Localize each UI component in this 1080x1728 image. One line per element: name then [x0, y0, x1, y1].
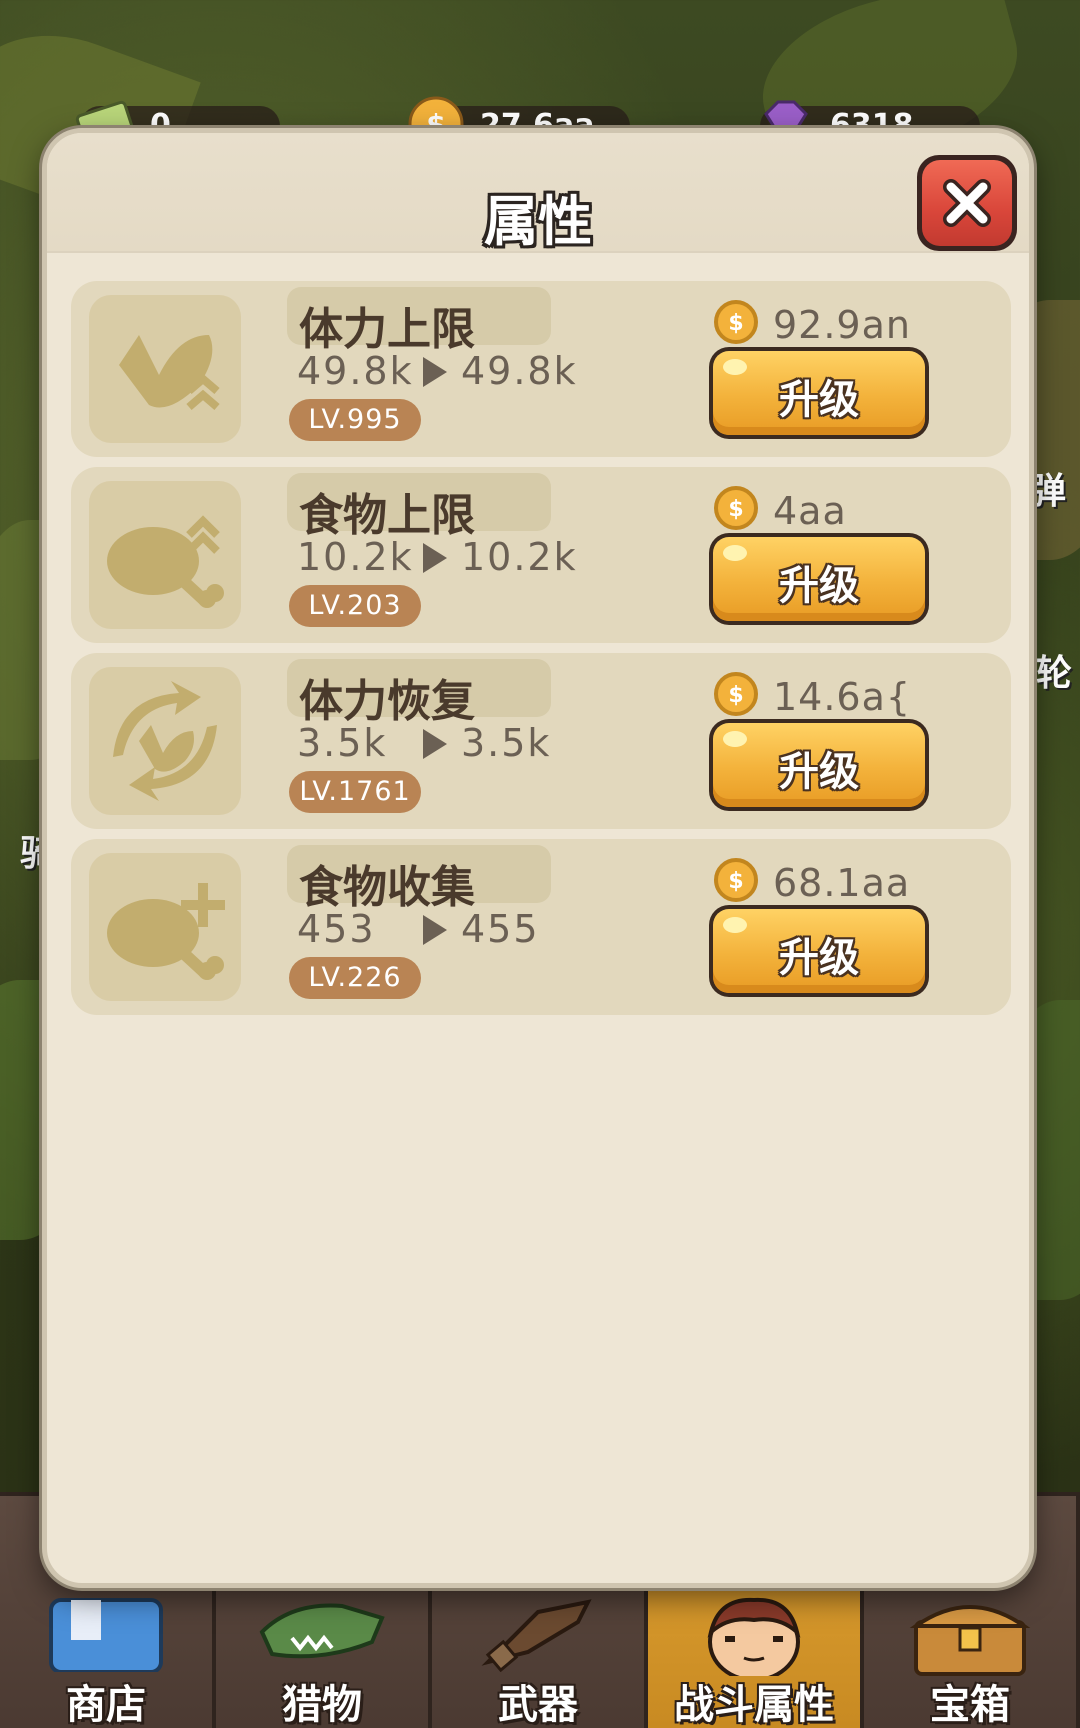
upgrade-button-label: 升级 [779, 749, 859, 795]
attribute-current-value: 453 [297, 907, 376, 951]
chest-icon [909, 1605, 1031, 1676]
hero-icon [707, 1597, 801, 1676]
attribute-row-food-max: 食物上限 10.2k 10.2k LV.203 $ 4aa 升级 [71, 467, 1011, 643]
attribute-icon-box [89, 667, 241, 815]
weapon-icon [481, 1599, 592, 1672]
svg-text:$: $ [728, 311, 743, 336]
level-badge: LV.1761 [289, 771, 421, 813]
meat-upgrade-icon [107, 515, 224, 608]
svg-text:$: $ [728, 683, 743, 708]
svg-text:$: $ [728, 497, 743, 522]
coin-icon: $ [714, 300, 758, 344]
attribute-icon-box [89, 853, 241, 1001]
attribute-row-food-collect: 食物收集 453 455 LV.226 $ 68.1aa 升级 [71, 839, 1011, 1015]
upgrade-button-label: 升级 [779, 935, 859, 981]
attribute-icon-box [89, 295, 241, 443]
attribute-next-value: 3.5k [461, 721, 552, 765]
attribute-name: 食物上限 [299, 490, 475, 541]
attribute-row-stamina-max: 体力上限 49.8k 49.8k LV.995 $ 92.9an 升级 [71, 281, 1011, 457]
attribute-name: 体力上限 [299, 304, 475, 355]
dialog-title: 属性 [484, 190, 592, 253]
arrow-right-icon [423, 543, 447, 573]
coin-icon: $ [714, 486, 758, 530]
nav-label-shop: 商店 [66, 1682, 146, 1728]
side-label-2[interactable]: 轮 [1036, 644, 1072, 696]
arrow-right-icon [423, 729, 447, 759]
arm-upgrade-icon [119, 335, 220, 411]
upgrade-cost: 4aa [773, 489, 847, 533]
crocodile-icon [259, 1603, 385, 1659]
attribute-current-value: 49.8k [297, 349, 414, 393]
shop-icon [49, 1598, 163, 1672]
nav-label-chest: 宝箱 [930, 1682, 1010, 1728]
upgrade-button[interactable]: 升级 [709, 533, 929, 625]
level-badge: LV.226 [289, 957, 421, 999]
upgrade-cost: 92.9an [773, 303, 911, 347]
attribute-current-value: 3.5k [297, 721, 388, 765]
upgrade-cost: 14.6a{ [773, 675, 912, 719]
attribute-next-value: 455 [461, 907, 540, 951]
arm-recover-icon [113, 681, 217, 801]
upgrade-button[interactable]: 升级 [709, 347, 929, 439]
svg-text:$: $ [728, 869, 743, 894]
attribute-name: 体力恢复 [299, 676, 475, 727]
arrow-right-icon [423, 915, 447, 945]
dialog-header: 属性 [47, 133, 1029, 253]
nav-label-weapon: 武器 [498, 1682, 578, 1728]
attribute-next-value: 49.8k [461, 349, 578, 393]
attribute-current-value: 10.2k [297, 535, 414, 579]
meat-collect-icon [107, 883, 225, 980]
attribute-row-stamina-recovery: 体力恢复 3.5k 3.5k LV.1761 $ 14.6a{ 升级 [71, 653, 1011, 829]
coin-icon: $ [714, 858, 758, 902]
close-icon [943, 179, 991, 227]
upgrade-button-label: 升级 [779, 563, 859, 609]
upgrade-cost: 68.1aa [773, 861, 911, 905]
nav-label-prey: 猎物 [282, 1682, 362, 1728]
attribute-next-value: 10.2k [461, 535, 578, 579]
attribute-name: 食物收集 [299, 862, 475, 913]
level-badge: LV.203 [289, 585, 421, 627]
nav-label-battle-attributes: 战斗属性 [674, 1682, 834, 1728]
upgrade-button[interactable]: 升级 [709, 905, 929, 997]
coin-icon: $ [714, 672, 758, 716]
upgrade-button-label: 升级 [779, 377, 859, 423]
side-label-1[interactable]: 弹 [1030, 462, 1066, 514]
attributes-dialog: 属性 体力上限 49.8k 49.8k LV.995 $ 92.9an 升级 食… [42, 128, 1034, 1588]
level-badge: LV.995 [289, 399, 421, 441]
upgrade-button[interactable]: 升级 [709, 719, 929, 811]
attribute-icon-box [89, 481, 241, 629]
close-button[interactable] [917, 155, 1017, 251]
arrow-right-icon [423, 357, 447, 387]
